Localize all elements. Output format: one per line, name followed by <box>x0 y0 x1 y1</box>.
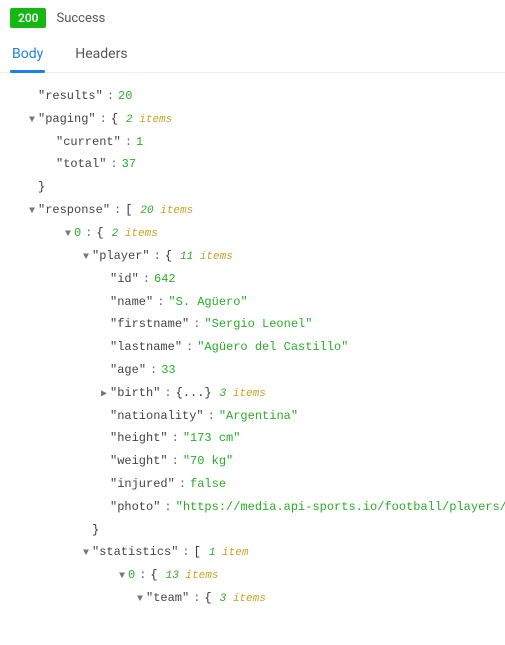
caret-down-icon[interactable]: ▼ <box>26 111 38 130</box>
item-count: 2 items <box>104 224 158 245</box>
json-key: photo <box>110 496 160 519</box>
caret-down-icon[interactable]: ▼ <box>80 248 92 267</box>
json-value: Sergio Leonel <box>204 313 312 336</box>
json-key: height <box>110 427 168 450</box>
json-row-weight[interactable]: weight : 70 kg <box>8 450 497 473</box>
json-row-firstname[interactable]: firstname : Sergio Leonel <box>8 313 497 336</box>
json-value: 20 <box>118 85 132 108</box>
tab-headers[interactable]: Headers <box>73 40 129 72</box>
response-header: 200 Success <box>0 0 505 34</box>
json-key: lastname <box>110 336 182 359</box>
json-row-player[interactable]: ▼ player : { 11 items <box>8 245 497 268</box>
json-value: 37 <box>122 153 136 176</box>
json-row-statistics-0[interactable]: ▼ 0 : { 13 items <box>8 564 497 587</box>
caret-down-icon[interactable]: ▼ <box>116 567 128 586</box>
json-row-lastname[interactable]: lastname : Agüero del Castillo <box>8 336 497 359</box>
json-key: nationality <box>110 405 204 428</box>
json-row-height[interactable]: height : 173 cm <box>8 427 497 450</box>
json-value: 33 <box>161 359 175 382</box>
status-code-badge: 200 <box>10 8 46 28</box>
json-value: 173 cm <box>183 427 241 450</box>
json-key: id <box>110 268 139 291</box>
json-row-results[interactable]: results : 20 <box>8 85 497 108</box>
caret-down-icon[interactable]: ▼ <box>26 202 38 221</box>
json-row-team[interactable]: ▼ team : { 3 items <box>8 587 497 610</box>
json-row-player-close: } <box>8 519 497 542</box>
json-key-index: 0 <box>74 222 81 245</box>
json-row-response[interactable]: ▼ response : [ 20 items <box>8 199 497 222</box>
json-row-paging-current[interactable]: current : 1 <box>8 131 497 154</box>
json-row-nationality[interactable]: nationality : Argentina <box>8 405 497 428</box>
item-count: 1 item <box>201 543 249 564</box>
json-key: age <box>110 359 146 382</box>
item-count: 3 items <box>212 384 266 405</box>
json-value: S. Agüero <box>168 291 247 314</box>
json-key: current <box>56 131 121 154</box>
item-count: 3 items <box>212 589 266 610</box>
json-key: team <box>146 587 189 610</box>
json-row-name[interactable]: name : S. Agüero <box>8 291 497 314</box>
json-row-paging[interactable]: ▼ paging : { 2 items <box>8 108 497 131</box>
tab-body[interactable]: Body <box>10 40 45 72</box>
item-count: 20 items <box>132 201 193 222</box>
json-value: Agüero del Castillo <box>197 336 348 359</box>
caret-down-icon[interactable]: ▼ <box>62 225 74 244</box>
json-key-index: 0 <box>128 564 135 587</box>
caret-right-icon[interactable]: ▶ <box>98 385 110 404</box>
json-key: paging <box>38 108 96 131</box>
caret-down-icon[interactable]: ▼ <box>134 590 146 609</box>
json-key: name <box>110 291 153 314</box>
json-key: weight <box>110 450 168 473</box>
json-key: response <box>38 199 110 222</box>
json-key: results <box>38 85 103 108</box>
json-value: Argentina <box>219 405 298 428</box>
json-key: player <box>92 245 150 268</box>
json-row-response-0[interactable]: ▼ 0 : { 2 items <box>8 222 497 245</box>
json-value: false <box>190 473 226 496</box>
json-key: injured <box>110 473 175 496</box>
json-row-injured[interactable]: injured : false <box>8 473 497 496</box>
item-count: 11 items <box>172 247 233 268</box>
json-key: total <box>56 153 106 176</box>
json-row-statistics[interactable]: ▼ statistics : [ 1 item <box>8 541 497 564</box>
json-key: firstname <box>110 313 189 336</box>
json-row-paging-close: } <box>8 176 497 199</box>
json-row-paging-total[interactable]: total : 37 <box>8 153 497 176</box>
caret-down-icon[interactable]: ▼ <box>80 544 92 563</box>
item-count: 2 items <box>118 110 172 131</box>
json-row-photo[interactable]: photo : https://media.api-sports.io/foot… <box>8 496 497 519</box>
status-text: Success <box>56 11 105 26</box>
response-tabs: Body Headers <box>0 34 505 73</box>
json-row-id[interactable]: id : 642 <box>8 268 497 291</box>
json-value: 1 <box>136 131 143 154</box>
json-key: statistics <box>92 541 178 564</box>
json-value: 642 <box>154 268 176 291</box>
json-row-birth[interactable]: ▶ birth : {...} 3 items <box>8 382 497 405</box>
json-value: 70 kg <box>183 450 233 473</box>
item-count: 13 items <box>158 566 219 587</box>
json-key: birth <box>110 382 160 405</box>
json-tree: results : 20 ▼ paging : { 2 items curren… <box>0 73 505 622</box>
json-row-age[interactable]: age : 33 <box>8 359 497 382</box>
json-value: https://media.api-sports.io/football/pla… <box>176 496 505 519</box>
